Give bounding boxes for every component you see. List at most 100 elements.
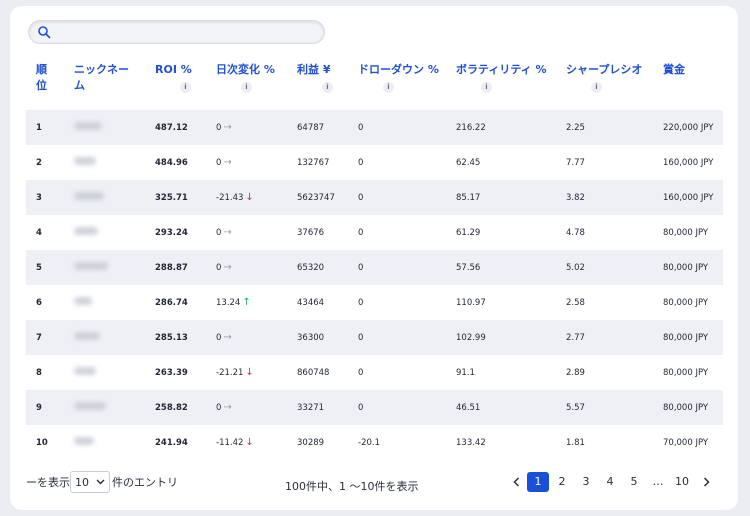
drawdown-cell: 0 — [348, 390, 446, 425]
blurred-nickname — [74, 262, 108, 270]
rank-cell-value: 8 — [36, 367, 42, 378]
profit-cell: 43464 — [287, 285, 348, 320]
daily-change-cell-value: -21.21 — [216, 368, 244, 378]
column-header[interactable]: ボラティリティ % i — [446, 52, 556, 110]
rank-cell: 5 — [26, 250, 64, 285]
volatility-cell: 61.29 — [446, 215, 556, 250]
profit-cell: 30289 — [287, 425, 348, 460]
sharpe-cell-value: 2.25 — [566, 122, 585, 133]
drawdown-cell: 0 — [348, 145, 446, 180]
table-row[interactable]: 6 286.74 13.24 ↑ 43464 0 110.97 2.58 80,000 JPY — [26, 285, 723, 320]
info-icon[interactable]: i — [481, 81, 492, 93]
daily-change-cell-value: -11.42 — [216, 438, 244, 448]
info-icon[interactable]: i — [591, 81, 602, 93]
volatility-cell: 57.56 — [446, 250, 556, 285]
info-icon[interactable]: i — [383, 81, 394, 93]
daily-change-cell-value: 0 — [216, 333, 222, 343]
volatility-cell: 91.1 — [446, 355, 556, 390]
volatility-cell: 62.45 — [446, 145, 556, 180]
daily-change-cell-value: 0 — [216, 158, 222, 168]
page-button[interactable]: 3 — [575, 472, 597, 492]
table-row[interactable]: 7 285.13 0 → 36300 0 102.99 2.77 80,000 JPY — [26, 320, 723, 355]
nickname-cell — [64, 250, 145, 285]
page-button[interactable]: 5 — [623, 472, 645, 492]
prize-cell: 80,000 JPY — [653, 320, 723, 355]
column-header[interactable]: ドローダウン % i — [348, 52, 446, 110]
daily-change-cell-value: 0 — [216, 228, 222, 238]
profit-cell: 860748 — [287, 355, 348, 390]
table-row[interactable]: 3 325.71 -21.43 ↓ 5623747 0 85.17 3.82 160,000 J… — [26, 180, 723, 215]
page-size-select[interactable]: 10 — [70, 471, 110, 493]
page-size-control: ーを表示 10 件のエントリ — [26, 471, 178, 493]
trend-flat-icon: → — [223, 122, 232, 133]
info-icon[interactable]: i — [180, 81, 191, 93]
prize-cell: 80,000 JPY — [653, 355, 723, 390]
trend-flat-icon: → — [223, 157, 232, 168]
info-icon[interactable]: i — [322, 81, 333, 93]
profit-cell: 37676 — [287, 215, 348, 250]
volatility-cell-value: 216.22 — [456, 122, 486, 133]
column-header[interactable]: 順位 — [26, 52, 64, 110]
sharpe-cell: 2.77 — [556, 320, 653, 355]
nickname-cell — [64, 285, 145, 320]
sharpe-cell-value: 5.02 — [566, 262, 585, 273]
info-icon[interactable]: i — [241, 81, 252, 93]
column-header-label-line2: 位 — [36, 79, 47, 92]
page-button[interactable]: 2 — [551, 472, 573, 492]
rank-cell-value: 7 — [36, 332, 42, 343]
volatility-cell: 85.17 — [446, 180, 556, 215]
column-header-label: ROI % — [155, 63, 192, 76]
trend-down-icon: ↓ — [245, 437, 254, 448]
prev-page-button[interactable] — [505, 472, 527, 492]
column-header[interactable]: 利益 ¥ i — [287, 52, 348, 110]
rank-cell: 7 — [26, 320, 64, 355]
table-row[interactable]: 8 263.39 -21.21 ↓ 860748 0 91.1 2.89 80,000 JPY — [26, 355, 723, 390]
table-row[interactable]: 4 293.24 0 → 37676 0 61.29 4.78 80,000 JPY — [26, 215, 723, 250]
table-header: 順位ニックネーム ROI % i 日次変化 % i 利益 ¥ i ドローダウン % i ボラティリ… — [26, 52, 723, 110]
column-header[interactable]: 賞金 — [653, 52, 723, 110]
column-header[interactable]: 日次変化 % i — [206, 52, 287, 110]
drawdown-cell-value: 0 — [358, 297, 364, 308]
drawdown-cell-value: 0 — [358, 227, 364, 238]
column-header[interactable]: ニックネーム — [64, 52, 145, 110]
leaderboard-card: 順位ニックネーム ROI % i 日次変化 % i 利益 ¥ i ドローダウン % i ボラティリ… — [10, 6, 738, 510]
roi-cell: 484.96 — [145, 145, 206, 180]
table-row[interactable]: 10 241.94 -11.42 ↓ 30289 -20.1 133.42 1.81 70,00… — [26, 425, 723, 460]
profit-cell-value: 860748 — [297, 367, 330, 378]
page-button[interactable]: 10 — [671, 472, 693, 492]
drawdown-cell-value: -20.1 — [358, 437, 380, 448]
entries-info: 100件中、1 ～10件を表示 — [285, 480, 419, 493]
column-header[interactable]: シャープレシオ i — [556, 52, 653, 110]
volatility-cell-value: 133.42 — [456, 437, 486, 448]
drawdown-cell: 0 — [348, 285, 446, 320]
search-box[interactable] — [28, 20, 325, 44]
page-button[interactable]: 4 — [599, 472, 621, 492]
profit-cell-value: 43464 — [297, 297, 325, 308]
roi-cell-value: 293.24 — [155, 227, 188, 238]
column-header[interactable]: ROI % i — [145, 52, 206, 110]
daily-change-cell-value: 0 — [216, 403, 222, 413]
table-row[interactable]: 2 484.96 0 → 132767 0 62.45 7.77 160,000 JPY — [26, 145, 723, 180]
show-prefix-label: ーを表示 — [26, 476, 70, 489]
prize-cell: 70,000 JPY — [653, 425, 723, 460]
prize-cell-value: 160,000 JPY — [663, 192, 714, 203]
rank-cell: 6 — [26, 285, 64, 320]
page-button[interactable]: 1 — [527, 472, 549, 492]
rank-cell-value: 6 — [36, 297, 42, 308]
prize-cell-value: 80,000 JPY — [663, 227, 709, 238]
rank-cell: 4 — [26, 215, 64, 250]
rank-cell: 9 — [26, 390, 64, 425]
table-row[interactable]: 9 258.82 0 → 33271 0 46.51 5.57 80,000 JPY — [26, 390, 723, 425]
table-row[interactable]: 1 487.12 0 → 64787 0 216.22 2.25 220,000 JPY — [26, 110, 723, 145]
roi-cell: 263.39 — [145, 355, 206, 390]
profit-cell-value: 30289 — [297, 437, 325, 448]
table-row[interactable]: 5 288.87 0 → 65320 0 57.56 5.02 80,000 JPY — [26, 250, 723, 285]
search-input[interactable] — [57, 24, 317, 40]
prize-cell-value: 80,000 JPY — [663, 262, 709, 273]
prize-cell-value: 80,000 JPY — [663, 367, 709, 378]
daily-change-cell: -21.43 ↓ — [206, 180, 287, 215]
next-page-button[interactable] — [695, 472, 717, 492]
nickname-cell — [64, 180, 145, 215]
roi-cell-value: 285.13 — [155, 332, 188, 343]
chevron-down-icon — [96, 479, 105, 485]
